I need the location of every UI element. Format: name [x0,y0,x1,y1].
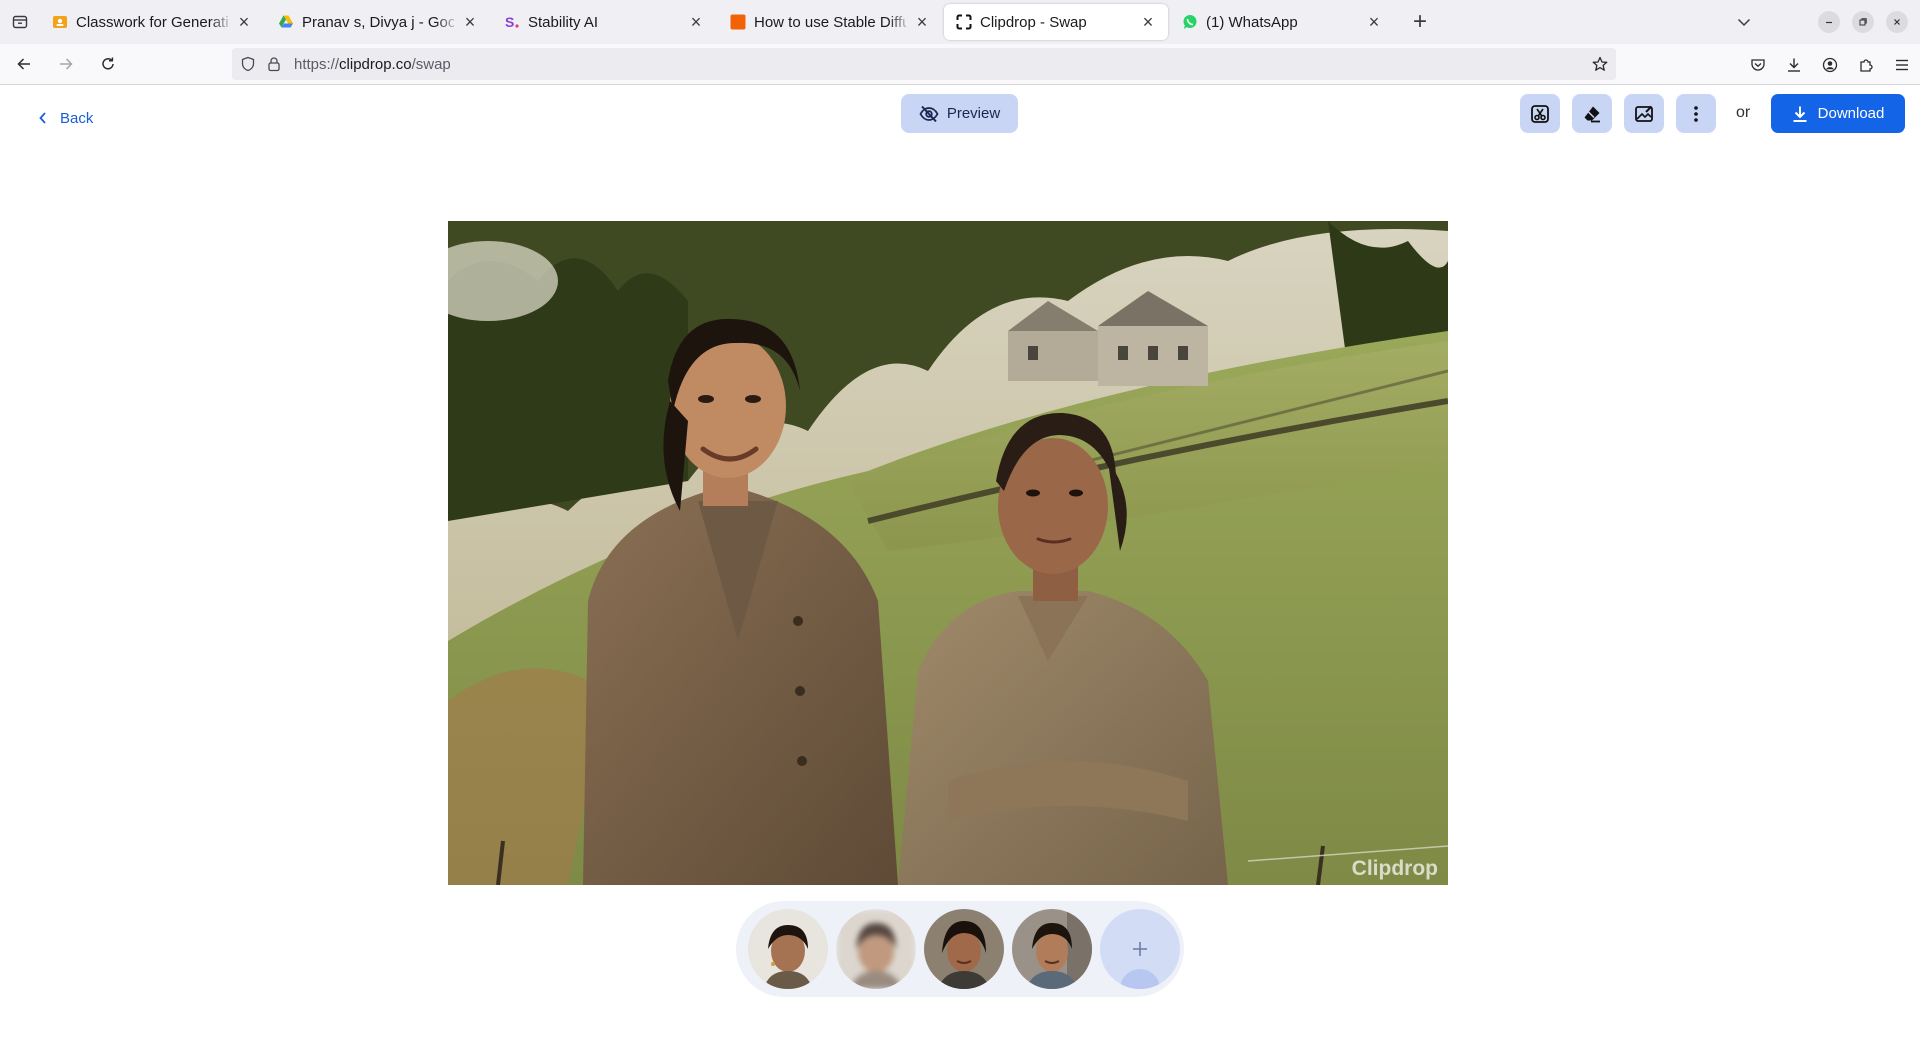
pocket-button[interactable] [1740,49,1776,81]
face-thumbnail[interactable] [748,909,828,989]
tracking-protection-shield-icon[interactable] [238,54,258,74]
more-options-button[interactable] [1676,94,1716,133]
tab-title: (1) WhatsApp [1206,13,1298,31]
result-image[interactable]: Clipdrop [448,221,1448,885]
clipdrop-swap-page: Back Preview or Download Clipdrop [0,85,1920,1053]
download-icon [1792,105,1808,123]
arrow-left-icon [17,58,30,70]
download-button[interactable]: Download [1771,94,1905,133]
reload-icon [102,57,114,70]
download-arrow-icon [1788,58,1800,72]
url-text[interactable]: https://clipdrop.co/swap [294,56,451,73]
add-face-button[interactable] [1100,909,1180,989]
stability-icon: S [504,14,520,30]
tab-title: Classwork for Generative [76,13,228,31]
firefox-view-button[interactable] [0,0,40,44]
eraser-tool-button[interactable] [1572,94,1612,133]
forward-nav-button[interactable] [48,48,84,80]
restore-button[interactable] [1852,11,1874,33]
eraser-icon [1584,106,1600,122]
tab-list: Classwork for Generative × Pranav s, Div… [40,0,1438,44]
face-thumbnail[interactable] [836,909,916,989]
clipdrop-watermark: Clipdrop [1351,857,1438,880]
orange-square-icon [730,14,746,30]
preview-button[interactable]: Preview [901,94,1018,133]
pocket-icon [1751,58,1765,71]
chevron-down-icon [1737,18,1751,27]
hamburger-menu-icon [1896,59,1908,70]
more-vertical-icon [1694,105,1698,122]
or-separator: or [1736,104,1751,121]
account-icon [1822,57,1838,72]
cleanup-tool-button[interactable] [1520,94,1560,133]
close-icon[interactable]: × [1138,12,1158,32]
app-menu-button[interactable] [1884,49,1920,81]
tab-stability-ai[interactable]: S Stability AI × [492,4,716,40]
extensions-button[interactable] [1848,49,1884,81]
close-icon[interactable]: × [234,12,254,32]
svg-text:S: S [505,14,514,30]
plus-icon [1133,942,1147,956]
whatsapp-icon [1182,14,1198,30]
clipdrop-icon [956,14,972,30]
window-controls [1726,0,1920,44]
google-drive-icon [278,14,294,30]
tab-google-drive[interactable]: Pranav s, Divya j - Google × [266,4,490,40]
puzzle-icon [1860,58,1873,72]
toolbar-right [1740,44,1920,85]
scissors-frame-icon [1531,104,1549,123]
new-tab-button[interactable]: + [1402,4,1438,40]
close-window-button[interactable] [1886,11,1908,33]
classroom-icon [52,14,68,30]
tab-title: Stability AI [528,13,599,31]
restore-icon [1859,18,1867,26]
tab-clipdrop-swap[interactable]: Clipdrop - Swap × [944,4,1168,40]
list-all-tabs-button[interactable] [1726,4,1762,40]
close-window-icon [1894,19,1900,25]
url-bar[interactable]: https://clipdrop.co/swap [232,48,1616,80]
face-selector-tray [736,901,1184,997]
edit-image-tool-button[interactable] [1624,94,1664,133]
tab-stable-diffusion[interactable]: How to use Stable Diffusi × [718,4,942,40]
close-icon[interactable]: × [912,12,932,32]
firefox-view-icon [12,15,28,29]
chevron-left-icon [38,111,48,125]
tab-strip: Classwork for Generative × Pranav s, Div… [0,0,1920,44]
back-label: Back [60,109,94,127]
result-image-illustration [448,221,1448,885]
bookmark-star-icon[interactable] [1590,54,1610,74]
image-edit-icon [1635,105,1653,122]
minimize-button[interactable] [1818,11,1840,33]
eye-off-icon [919,105,939,123]
download-label: Download [1817,105,1885,122]
close-icon[interactable]: × [686,12,706,32]
reload-button[interactable] [90,48,126,80]
close-icon[interactable]: × [1364,12,1384,32]
face-thumbnail[interactable] [924,909,1004,989]
back-link[interactable]: Back [38,101,93,135]
back-nav-button[interactable] [6,48,42,80]
arrow-right-icon [60,58,73,70]
tab-title: Pranav s, Divya j - Google [302,13,454,31]
minimize-icon [1826,21,1832,24]
downloads-button[interactable] [1776,49,1812,81]
preview-label: Preview [946,105,1001,122]
tab-whatsapp[interactable]: (1) WhatsApp × [1170,4,1394,40]
tab-title: Clipdrop - Swap [980,13,1087,31]
lock-icon[interactable] [264,54,284,74]
navigation-toolbar: https://clipdrop.co/swap [0,44,1920,85]
tab-title: How to use Stable Diffusi [754,13,906,31]
close-icon[interactable]: × [460,12,480,32]
face-thumbnail[interactable] [1012,909,1092,989]
tab-classwork[interactable]: Classwork for Generative × [40,4,264,40]
account-button[interactable] [1812,49,1848,81]
